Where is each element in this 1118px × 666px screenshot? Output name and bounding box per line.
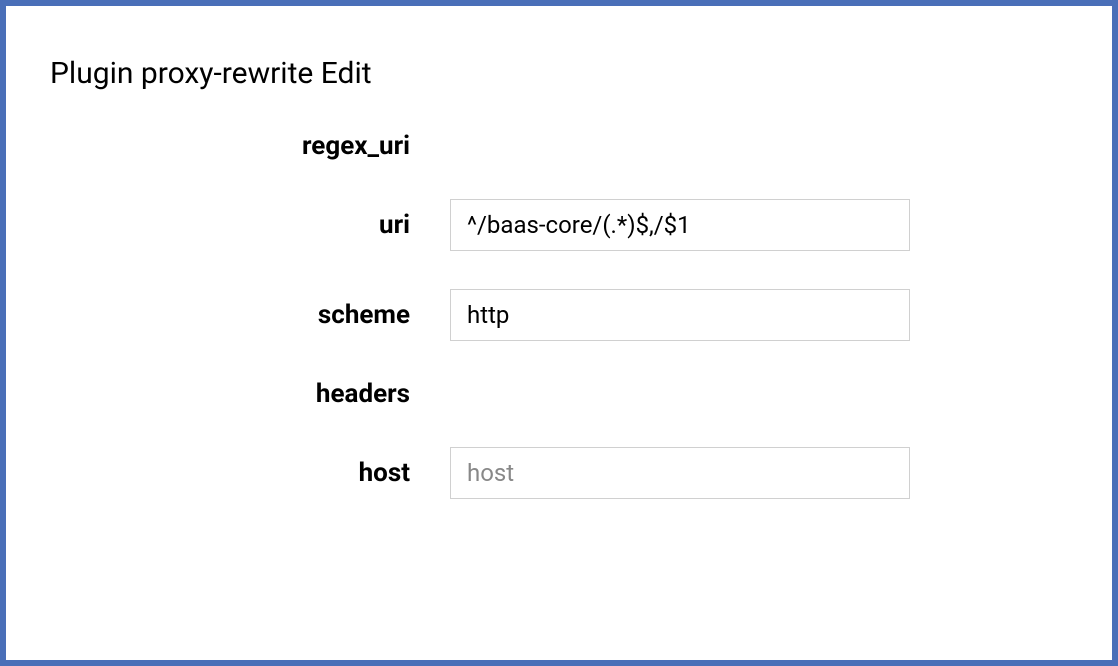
host-input[interactable] — [450, 447, 910, 499]
config-form: regex_uri uri scheme headers — [50, 131, 1068, 499]
row-headers: headers — [50, 379, 1068, 409]
label-host: host — [359, 458, 410, 488]
uri-input[interactable] — [450, 199, 910, 251]
label-uri: uri — [379, 210, 410, 240]
plugin-edit-panel: Plugin proxy-rewrite Edit regex_uri uri … — [0, 0, 1118, 666]
scheme-input[interactable] — [450, 289, 910, 341]
label-headers: headers — [316, 379, 410, 409]
label-scheme: scheme — [318, 300, 410, 330]
row-regex-uri: regex_uri — [50, 131, 1068, 161]
page-title: Plugin proxy-rewrite Edit — [50, 56, 1068, 91]
row-uri: uri — [50, 199, 1068, 251]
label-regex-uri: regex_uri — [302, 131, 410, 161]
row-scheme: scheme — [50, 289, 1068, 341]
row-host: host — [50, 447, 1068, 499]
